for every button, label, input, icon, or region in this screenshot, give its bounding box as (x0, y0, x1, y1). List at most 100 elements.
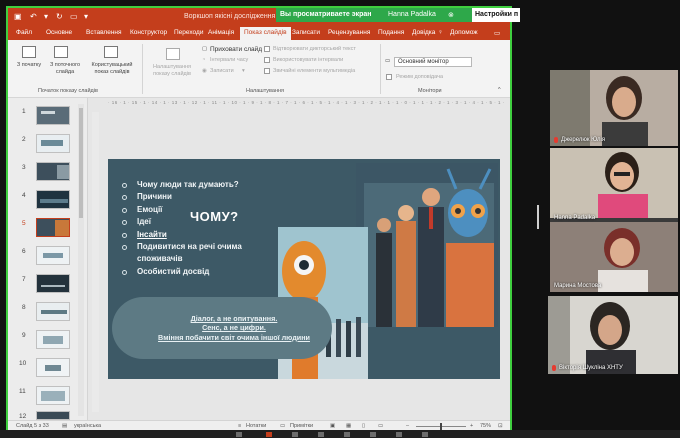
tab-record[interactable]: Записати (292, 29, 320, 36)
normal-view-icon[interactable]: ▣ (330, 423, 335, 429)
participant-name-label: Вікторія Шукліна ХНТУ (552, 365, 623, 371)
thumbnail-number: 10 (19, 360, 27, 367)
fit-slide-icon[interactable]: ⊡ (498, 423, 503, 429)
slide-thumbnail[interactable] (36, 134, 70, 153)
thumbnail-number: 11 (19, 388, 26, 395)
undo-dropdown-icon[interactable]: ▾ (44, 12, 48, 22)
presenter-view-checkbox[interactable] (386, 74, 392, 80)
zoom-out-icon[interactable]: – (406, 423, 409, 429)
record-dropdown-icon[interactable]: ▾ (242, 68, 245, 74)
zoom-in-icon[interactable]: + (470, 423, 473, 429)
taskbar-app-icon[interactable] (370, 432, 376, 437)
taskbar-app-icon[interactable] (236, 432, 242, 437)
thumbnail-number: 3 (22, 164, 26, 171)
tab-slideshow[interactable]: Показ слайдів (240, 27, 291, 40)
share-banner-text: Вы просматриваете экран (280, 11, 372, 18)
tab-transitions[interactable]: Переходи (174, 29, 203, 36)
notes-icon[interactable]: ≡ (238, 423, 241, 429)
current-slide[interactable]: Чому люди так думають? Причини Емоції Ід… (108, 159, 500, 379)
scroll-thumb[interactable] (79, 108, 83, 218)
slide-thumbnail[interactable] (36, 246, 70, 265)
reading-view-icon[interactable]: ▯ (362, 423, 365, 429)
rehearse-button[interactable]: Інтервали часу (210, 57, 248, 63)
quote-line: Вміння побачити світ очима іншої людини (158, 332, 310, 342)
more-icon[interactable]: ▾ (84, 12, 88, 22)
slide-thumbnail[interactable] (36, 358, 70, 377)
comments-button[interactable]: Примітки (290, 423, 313, 429)
captions-checkbox[interactable] (264, 46, 270, 52)
redo-icon[interactable]: ↻ (56, 12, 63, 22)
close-icon[interactable]: ⊗ (448, 11, 454, 19)
tab-home[interactable]: Основне (46, 29, 72, 36)
taskbar-app-icon[interactable] (292, 432, 298, 437)
tab-design[interactable]: Конструктор (130, 29, 167, 36)
document-title: Воркшоп якісні дослідження 16 (184, 13, 286, 20)
participant-photo (550, 148, 678, 218)
record-button[interactable]: Записати (210, 68, 234, 74)
horizontal-ruler: · 16 · 1 · 15 · 1 · 14 · 1 · 13 · 1 · 12… (108, 100, 504, 105)
participant-name-label: Джерелюк Юлія (554, 137, 605, 143)
media-checkbox[interactable] (264, 68, 270, 74)
bullet-item: Особистий досвід (120, 266, 250, 278)
record-icon: ◉ (202, 68, 207, 74)
participant-video[interactable]: Вікторія Шукліна ХНТУ (548, 296, 678, 374)
undo-icon[interactable]: ↶ (30, 12, 37, 22)
tab-view[interactable]: Подання (378, 29, 404, 36)
bullet-list: Чому люди так думають? Причини Емоції Ід… (120, 179, 250, 278)
comments-status-icon[interactable]: ▭ (280, 423, 285, 429)
slide-thumbnail[interactable] (36, 411, 70, 420)
slide-thumbnail[interactable] (36, 386, 70, 405)
taskbar-app-icon[interactable] (266, 432, 272, 437)
tab-tell-me[interactable]: Допомож (450, 29, 478, 36)
hide-slide-button[interactable]: Приховати слайд (210, 46, 262, 53)
slide-thumbnail[interactable] (36, 106, 70, 125)
taskbar-app-icon[interactable] (422, 432, 428, 437)
slide-thumbnail[interactable] (36, 274, 70, 293)
group-label-monitors: Монітори (418, 88, 442, 94)
taskbar-app-icon[interactable] (318, 432, 324, 437)
participant-video[interactable]: Джерелюк Юлія (550, 70, 678, 146)
spellcheck-icon[interactable]: ▤ (62, 423, 67, 429)
participant-name-label: Hanna Padalka (554, 215, 596, 221)
tab-help[interactable]: Довідка (412, 29, 435, 36)
slide-thumbnail[interactable] (36, 162, 70, 181)
present-icon[interactable]: ▭ (70, 12, 78, 22)
participants-panel: Джерелюк Юлія Hanna Padalka Марина Мосто… (540, 60, 680, 380)
screen: ▣ ↶ ▾ ↻ ▭ ▾ Воркшоп якісні дослідження 1… (0, 0, 680, 438)
panel-divider[interactable] (537, 205, 539, 229)
lightbulb-icon[interactable]: ♀ (438, 29, 443, 36)
comments-icon[interactable]: ▭ (494, 29, 500, 37)
participant-video[interactable]: Hanna Padalka (550, 148, 678, 224)
custom-show-button[interactable]: Користувацький показ слайдів (88, 62, 136, 75)
slide-thumbnail[interactable] (36, 302, 70, 321)
tab-animations[interactable]: Анімація (208, 29, 234, 36)
thumbnail-number: 1 (22, 108, 26, 115)
slide-thumbnail-selected[interactable] (36, 218, 70, 237)
zoom-slider-handle[interactable] (440, 423, 442, 430)
tab-file[interactable]: Файл (16, 29, 32, 36)
notes-button[interactable]: Нотатки (246, 423, 266, 429)
tab-insert[interactable]: Вставлення (86, 29, 122, 36)
status-bar: Слайд 5 з 33 ▤ українська ≡ Нотатки ▭ Пр… (8, 420, 510, 430)
tab-review[interactable]: Рецензування (328, 29, 370, 36)
zoom-level[interactable]: 75% (480, 423, 491, 429)
taskbar-app-icon[interactable] (396, 432, 402, 437)
taskbar-app-icon[interactable] (344, 432, 350, 437)
from-current-button[interactable]: З поточного слайда (46, 62, 84, 75)
language-indicator[interactable]: українська (74, 423, 101, 429)
vertical-ruler (92, 112, 99, 412)
timings-checkbox[interactable] (264, 57, 270, 63)
monitor-select[interactable]: Основний монітор (394, 57, 472, 67)
slideshow-view-icon[interactable]: ▭ (378, 423, 383, 429)
setup-show-button[interactable]: Налаштування показу слайдів (146, 64, 198, 77)
thumbnail-number: 8 (22, 304, 26, 311)
thumbnails-scrollbar[interactable] (78, 104, 84, 416)
collapse-ribbon-icon[interactable]: ^ (498, 87, 501, 93)
slide-thumbnail[interactable] (36, 330, 70, 349)
settings-button[interactable]: Настройки п (472, 8, 520, 22)
slide-thumbnail[interactable] (36, 190, 70, 209)
save-icon[interactable]: ▣ (14, 12, 22, 22)
sorter-view-icon[interactable]: ▦ (346, 423, 351, 429)
participant-video[interactable]: Марина Мостова (550, 222, 678, 292)
from-start-button[interactable]: З початку (16, 62, 42, 69)
